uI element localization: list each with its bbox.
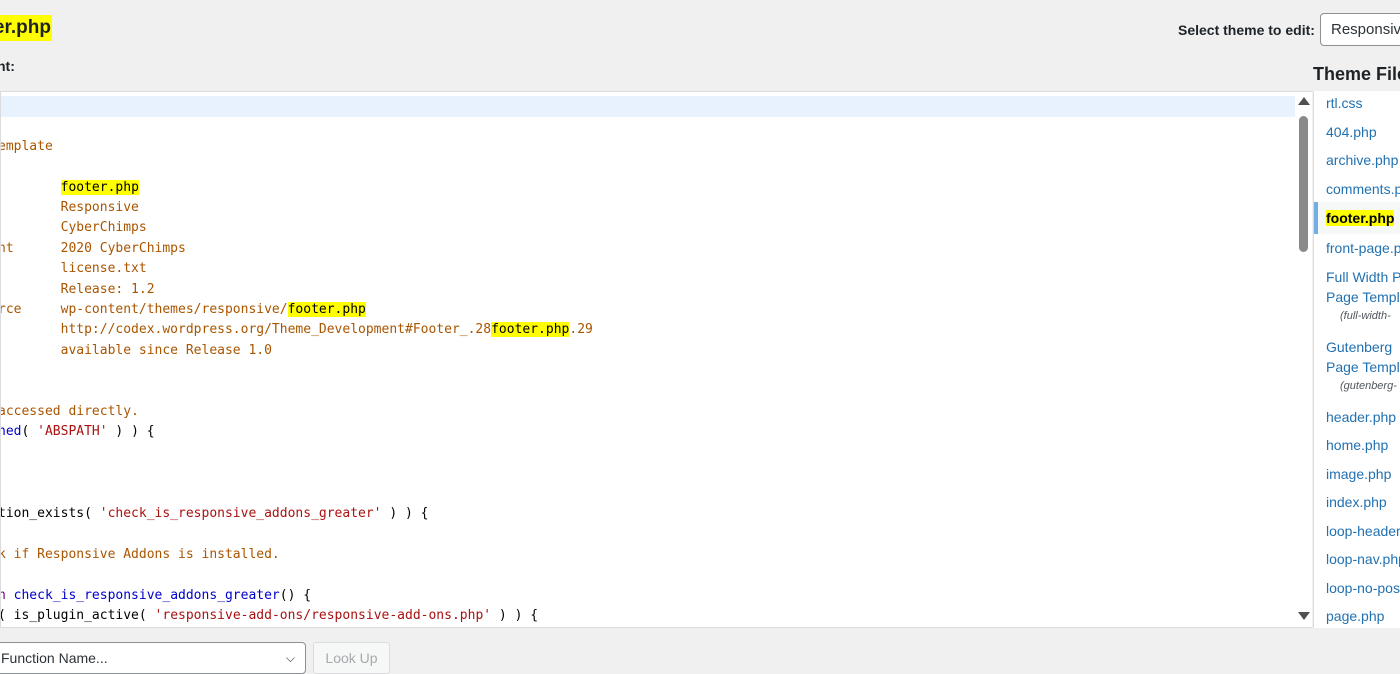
- file-link-label: loop-nav.php: [1326, 551, 1400, 567]
- theme-file-link[interactable]: loop-nav.php: [1326, 549, 1400, 569]
- theme-file-link[interactable]: home.php: [1326, 435, 1388, 455]
- theme-select[interactable]: Responsive: [1320, 13, 1400, 46]
- file-link-line: Gutenberg: [1326, 338, 1393, 355]
- theme-file-link[interactable]: index.php: [1326, 492, 1387, 512]
- select-theme-label: Select theme to edit:: [1178, 22, 1315, 38]
- code-token: .29: [569, 322, 593, 338]
- code-token: CyberChimps: [0, 220, 147, 236]
- code-token: available since Release 1.0: [0, 342, 272, 358]
- code-token: ) ) {: [381, 506, 429, 521]
- theme-file-link[interactable]: rtl.css: [1326, 93, 1363, 113]
- file-link-label: comments.php: [1326, 180, 1400, 197]
- theme-file-link[interactable]: archive.php: [1326, 150, 1398, 170]
- code-token: () {: [279, 587, 312, 603]
- code-token: accessed directly.: [0, 404, 139, 419]
- theme-file-link[interactable]: comments.php: [1326, 179, 1400, 199]
- code-token: emplate: [0, 138, 53, 154]
- page-title: oter.php: [0, 15, 52, 41]
- theme-file-link[interactable]: 404.php: [1326, 122, 1377, 142]
- theme-files-heading: Theme Files: [1313, 64, 1400, 84]
- code-token: 'ABSPATH': [37, 424, 108, 440]
- code-line: footer.php: [1, 178, 139, 198]
- code-line: available since Release 1.0: [0, 341, 272, 361]
- theme-file-link[interactable]: loop-header.php: [1326, 521, 1400, 541]
- look-up-button[interactable]: Look Up: [313, 642, 390, 674]
- file-link-label: loop-header.php: [1326, 522, 1400, 539]
- file-link-line: Page Templ: [1326, 358, 1400, 375]
- code-token: Responsive: [0, 200, 139, 215]
- code-token: tion_exists(: [0, 506, 100, 521]
- code-line: k if Responsive Addons is installed.: [0, 545, 280, 565]
- code-token: http://codex.wordpress.org/Theme_Develop…: [0, 322, 492, 338]
- file-link-label: home.php: [1326, 437, 1389, 453]
- documentation-function-select[interactable]: Function Name... ⌵: [0, 642, 306, 674]
- template-filename-note: (full-width-: [1340, 309, 1391, 322]
- theme-file-link[interactable]: Full Width P Page Templ: [1326, 267, 1400, 307]
- code-line: n check_is_responsive_addons_greater() {: [1, 586, 312, 606]
- code-token: 'responsive-add-ons/responsive-add-ons.p…: [154, 608, 492, 623]
- code-token: (: [21, 424, 38, 440]
- file-link-label: footer.php: [1326, 210, 1395, 226]
- code-token: ) ) {: [107, 424, 155, 440]
- theme-file-link[interactable]: front-page.php: [1326, 238, 1400, 258]
- file-link-line: Full Width P: [1326, 268, 1400, 285]
- code-token: 'check_is_responsive_addons_greater': [99, 506, 382, 521]
- theme-files-list: rtl.css 404.php archive.php comments.php foo…: [1313, 91, 1400, 628]
- file-link-label: loop-no-posts.php: [1326, 579, 1400, 596]
- code-editor[interactable]: emplate footer.php Responsive CyberChimp…: [0, 91, 1312, 628]
- code-token: k if Responsive Addons is installed.: [0, 546, 280, 562]
- search-highlight: footer.php: [491, 322, 570, 338]
- file-link-label: archive.php: [1326, 152, 1399, 168]
- code-token: ht 2020 CyberChimps: [0, 240, 186, 256]
- active-line-highlight: [1, 96, 1295, 117]
- selected-file-content-label: nt:: [0, 58, 15, 74]
- theme-file-link[interactable]: image.php: [1326, 464, 1391, 484]
- file-link-label: image.php: [1326, 465, 1392, 482]
- theme-file-link[interactable]: header.php: [1326, 407, 1396, 427]
- code-line: emplate: [0, 137, 53, 157]
- search-highlight: footer.php: [287, 302, 366, 317]
- file-link-line: Page Templ: [1326, 288, 1400, 305]
- code-line: tion_exists( 'check_is_responsive_addons…: [0, 504, 429, 524]
- theme-file-link[interactable]: footer.php: [1326, 208, 1395, 228]
- code-token: rce wp-content/themes/responsive/: [0, 302, 288, 317]
- theme-file-link[interactable]: page.php: [1326, 606, 1384, 626]
- code-line: Release: 1.2: [0, 280, 155, 300]
- code-token: n: [1, 588, 14, 603]
- chevron-down-icon: ⌵: [285, 651, 295, 665]
- active-file-indicator: [1314, 202, 1318, 234]
- theme-file-link[interactable]: Gutenberg Page Templ: [1326, 337, 1400, 377]
- file-link-label: header.php: [1326, 408, 1397, 425]
- code-token: Release: 1.2: [0, 281, 155, 297]
- code-line: ned( 'ABSPATH' ) ) {: [0, 422, 155, 442]
- scroll-down-arrow-icon[interactable]: [1298, 612, 1310, 620]
- search-highlight: footer.php: [60, 179, 139, 195]
- documentation-select-value: Function Name...: [1, 650, 108, 666]
- file-link-label: front-page.php: [1326, 240, 1400, 256]
- code-line: license.txt: [0, 259, 147, 279]
- theme-file-link[interactable]: loop-no-posts.php: [1326, 578, 1400, 598]
- editor-scrollbar[interactable]: [1295, 92, 1312, 627]
- file-link-label: page.php: [1326, 608, 1385, 624]
- code-token: license.txt: [0, 261, 147, 277]
- file-link-label: index.php: [1326, 494, 1387, 510]
- code-token: ) ) {: [491, 608, 539, 623]
- file-link-label: 404.php: [1326, 123, 1377, 140]
- file-link-label: rtl.css: [1326, 95, 1363, 111]
- code-line: ht 2020 CyberChimps: [0, 239, 186, 259]
- scroll-thumb[interactable]: [1299, 116, 1308, 252]
- code-line: CyberChimps: [0, 218, 147, 238]
- documentation-bar: Function Name... ⌵ Look Up: [0, 628, 1400, 674]
- code-token: ( is_plugin_active(: [0, 608, 155, 623]
- template-filename-note: (gutenberg-: [1340, 379, 1397, 392]
- code-token: check_is_responsive_addons_greater: [13, 587, 280, 603]
- code-line: ( is_plugin_active( 'responsive-add-ons/…: [0, 606, 539, 626]
- code-line: accessed directly.: [0, 402, 139, 422]
- code-line: rce wp-content/themes/responsive/footer.…: [0, 300, 366, 320]
- scroll-up-arrow-icon[interactable]: [1298, 97, 1310, 105]
- code-line: Responsive: [0, 198, 139, 218]
- code-line: http://codex.wordpress.org/Theme_Develop…: [0, 320, 593, 340]
- code-token: ned: [0, 424, 22, 440]
